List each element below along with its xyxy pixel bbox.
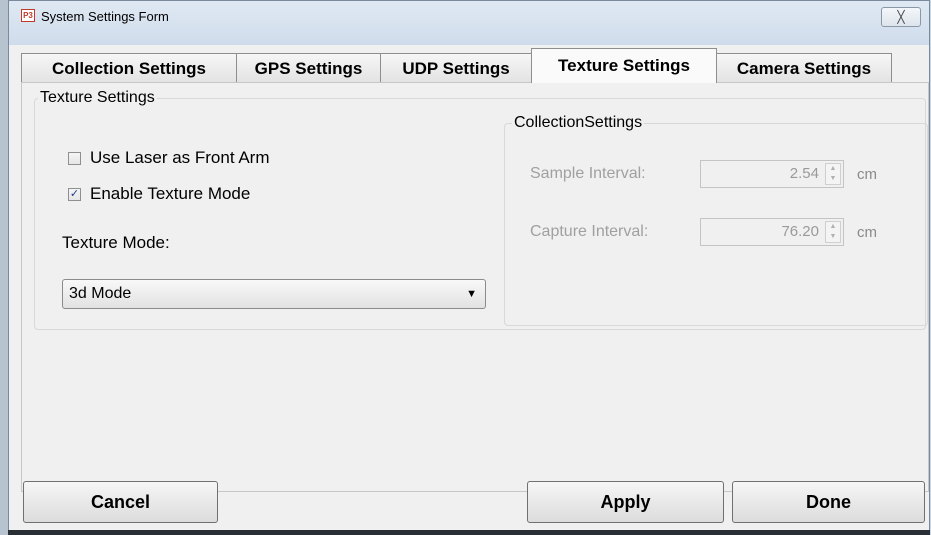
title-bar: P3 System Settings Form ╳ <box>9 1 929 31</box>
apply-button[interactable]: Apply <box>527 481 724 523</box>
background-strip <box>0 0 8 535</box>
tab-camera-settings[interactable]: Camera Settings <box>716 53 892 82</box>
tab-udp-settings[interactable]: UDP Settings <box>380 53 532 82</box>
texture-mode-select[interactable]: 3d Mode ▼ <box>62 279 486 309</box>
taskbar-strip <box>8 530 930 535</box>
checkmark-icon: ✓ <box>69 187 80 200</box>
close-button[interactable]: ╳ <box>881 7 921 27</box>
app-icon: P3 <box>21 9 35 22</box>
spin-down-icon: ▼ <box>829 175 837 182</box>
sample-interval-unit: cm <box>857 166 877 183</box>
sample-interval-label: Sample Interval: <box>530 165 646 182</box>
spin-up-icon: ▲ <box>829 223 837 230</box>
use-laser-row[interactable]: Use Laser as Front Arm <box>68 148 270 168</box>
form-content: Collection Settings GPS Settings UDP Set… <box>15 45 929 534</box>
cancel-button[interactable]: Cancel <box>23 481 218 523</box>
sample-interval-spin-buttons[interactable]: ▲ ▼ <box>825 163 841 185</box>
sample-interval-value: 2.54 <box>789 165 819 182</box>
enable-texture-row[interactable]: ✓ Enable Texture Mode <box>68 184 250 204</box>
spin-up-icon: ▲ <box>829 165 837 172</box>
settings-window: P3 System Settings Form ╳ Collection Set… <box>8 0 930 534</box>
capture-interval-value: 76.20 <box>781 223 819 240</box>
chevron-down-icon: ▼ <box>466 288 477 300</box>
tab-collection-settings[interactable]: Collection Settings <box>21 53 237 82</box>
spin-down-icon: ▼ <box>829 233 837 240</box>
tab-gps-settings[interactable]: GPS Settings <box>236 53 381 82</box>
sample-interval-spinner[interactable]: 2.54 ▲ ▼ <box>700 160 844 188</box>
collection-settings-legend: CollectionSettings <box>512 114 645 132</box>
enable-texture-label: Enable Texture Mode <box>90 184 251 203</box>
texture-settings-legend: Texture Settings <box>38 89 157 107</box>
texture-mode-label: Texture Mode: <box>62 233 170 252</box>
capture-interval-spinner[interactable]: 76.20 ▲ ▼ <box>700 218 844 246</box>
capture-interval-label: Capture Interval: <box>530 223 649 240</box>
capture-interval-spin-buttons[interactable]: ▲ ▼ <box>825 221 841 243</box>
window-title: System Settings Form <box>41 9 169 24</box>
use-laser-label: Use Laser as Front Arm <box>90 148 270 167</box>
capture-interval-unit: cm <box>857 224 877 241</box>
use-laser-checkbox[interactable] <box>68 151 81 165</box>
texture-settings-page: Texture Settings Use Laser as Front Arm … <box>21 82 929 492</box>
done-button[interactable]: Done <box>732 481 925 523</box>
enable-texture-checkbox[interactable]: ✓ <box>68 187 81 201</box>
tab-texture-settings[interactable]: Texture Settings <box>531 48 717 83</box>
texture-mode-value: 3d Mode <box>69 285 132 302</box>
